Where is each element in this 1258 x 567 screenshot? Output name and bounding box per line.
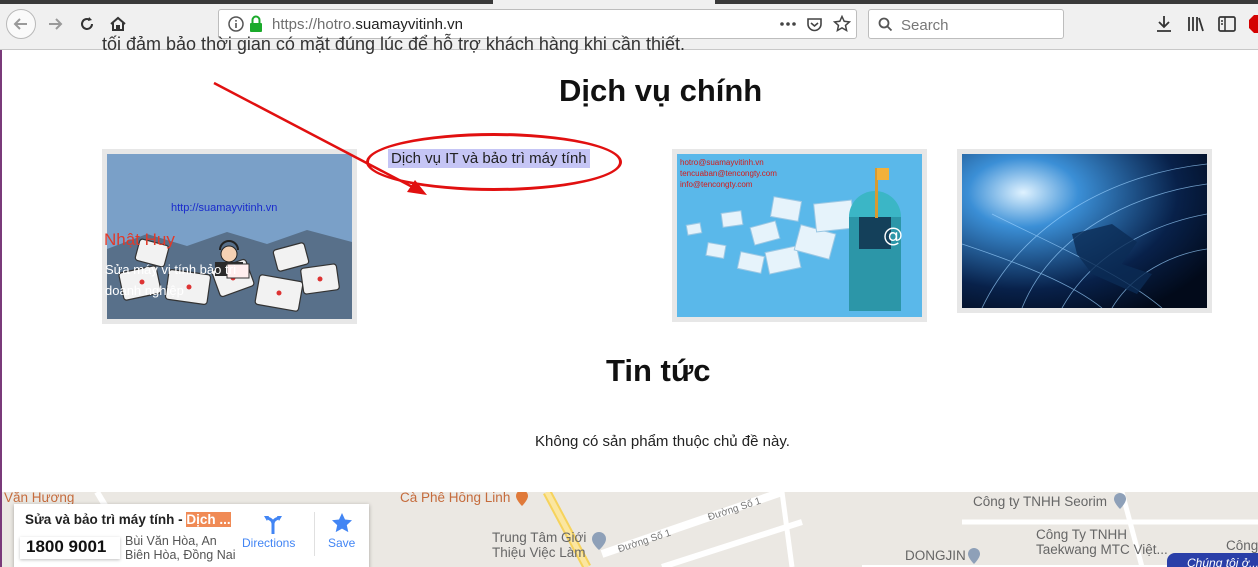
info-title[interactable]: Sửa và bảo trì máy tính - Dịch ...	[25, 512, 231, 527]
info-address-line: Biên Hòa, Đồng Nai	[125, 548, 236, 562]
email-line: info@tencongty.com	[680, 180, 753, 189]
bookmark-star-icon[interactable]	[833, 15, 851, 33]
map-pin-icon[interactable]	[592, 532, 606, 550]
services-heading: Dịch vụ chính	[559, 73, 763, 108]
news-empty-notice: Không có sản phẩm thuộc chủ đề này.	[535, 433, 790, 450]
email-line: tencuaban@tencongty.com	[680, 169, 777, 178]
info-title-text: Sửa và bảo trì máy tính -	[25, 512, 187, 527]
save-button[interactable]: Save	[322, 512, 366, 562]
card3-emails: hotro@suamayvitinh.vn tencuaban@tencongt…	[680, 157, 777, 190]
service-card-3[interactable]: @ hotro@suamayvitinh.vn tencuaban@tencon…	[672, 149, 927, 322]
directions-label: Directions	[242, 536, 296, 550]
library-icon[interactable]	[1186, 14, 1206, 34]
reload-button[interactable]	[72, 9, 102, 39]
active-tab[interactable]	[493, 0, 715, 4]
back-icon	[13, 18, 27, 30]
search-icon	[878, 17, 893, 32]
info-icon[interactable]	[228, 16, 244, 32]
info-address-line: Bùi Văn Hòa, An	[125, 534, 217, 548]
map-label: DONGJIN	[905, 548, 966, 563]
card1-name: Nhật Huy	[104, 230, 175, 249]
service-image-4	[962, 154, 1207, 308]
adblock-icon[interactable]	[1248, 14, 1258, 34]
map-label: Trung Tâm Giới Thiệu Việc Làm	[492, 530, 587, 560]
url-scheme: https://hotro.	[272, 16, 356, 33]
map-pin-icon[interactable]	[516, 492, 528, 506]
annotation-ellipse	[366, 133, 622, 191]
save-label: Save	[328, 536, 356, 550]
home-icon	[110, 16, 126, 31]
intro-text: tối đảm bảo thời gian có mặt đúng lúc để…	[102, 34, 685, 54]
lock-icon	[250, 15, 262, 32]
search-input[interactable]: Search	[901, 17, 949, 34]
sidebar-icon[interactable]	[1217, 14, 1237, 34]
map-label: Công	[1226, 538, 1258, 553]
embedded-map[interactable]: Văn Hương Cà Phê Hồng Linh Công ty TNHH …	[2, 492, 1258, 567]
map-pin-icon[interactable]	[1114, 493, 1126, 509]
map-label: Công Ty TNHH Taekwang MTC Việt...	[1036, 527, 1168, 557]
save-star-icon	[332, 513, 352, 533]
directions-button[interactable]: Directions	[238, 512, 308, 562]
page-actions-icon[interactable]	[779, 18, 797, 30]
service-image-3: @ hotro@suamayvitinh.vn tencuaban@tencon…	[677, 154, 922, 317]
svg-text:@: @	[883, 223, 903, 247]
reload-icon	[81, 17, 93, 30]
email-line: hotro@suamayvitinh.vn	[680, 158, 764, 167]
map-label: Cà Phê Hồng Linh	[400, 492, 511, 505]
map-info-card: Sửa và bảo trì máy tính - Dịch ... 1800 …	[14, 504, 369, 567]
globe-illustration	[962, 154, 1207, 308]
forward-icon	[49, 18, 63, 30]
map-pin-icon[interactable]	[968, 548, 980, 564]
back-button[interactable]	[6, 9, 36, 39]
info-divider	[314, 512, 315, 556]
search-bar[interactable]: Search	[868, 9, 1064, 39]
forward-button[interactable]	[40, 9, 70, 39]
pocket-icon[interactable]	[806, 16, 823, 33]
directions-icon	[264, 516, 282, 534]
map-label: Công ty TNHH Seorim	[973, 494, 1108, 509]
page-content: tối đảm bảo thời gian có mặt đúng lúc để…	[0, 34, 1258, 567]
map-chip-badge[interactable]: Chúng tôi ở...	[1167, 553, 1258, 567]
news-heading: Tin tức	[606, 353, 711, 388]
card1-subtitle: Sửa máy vi tính bảo trì doanh nghiệp	[105, 262, 237, 298]
info-address: Bùi Văn Hòa, An Biên Hòa, Đồng Nai	[125, 534, 235, 562]
url-text: https://hotro.suamayvitinh.vn	[272, 16, 463, 33]
info-title-highlight: Dịch ...	[186, 512, 231, 527]
service-card-4[interactable]	[957, 149, 1212, 313]
info-phone: 1800 9001	[26, 537, 107, 556]
download-icon[interactable]	[1154, 14, 1174, 34]
tab-strip	[0, 0, 1258, 4]
url-domain: suamayvitinh.vn	[355, 16, 463, 33]
